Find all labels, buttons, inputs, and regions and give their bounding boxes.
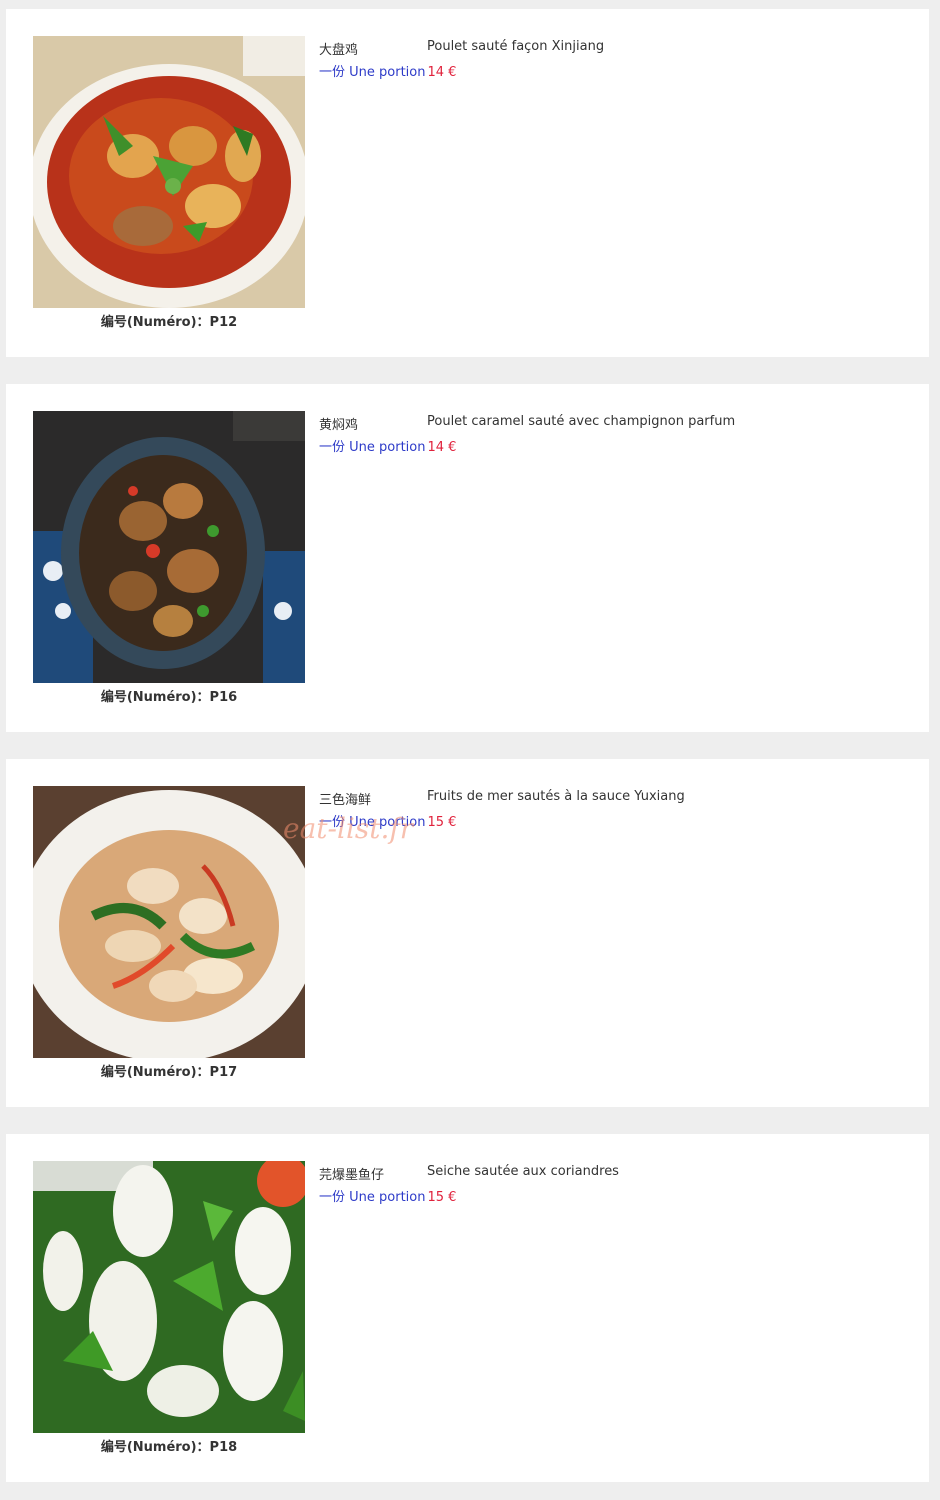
dish-name-french: Seiche sautée aux coriandres (427, 1164, 619, 1179)
dish-price: 14 € (427, 440, 457, 455)
dish-number: 编号(Numéro)：P16 (100, 690, 238, 705)
dish-photo[interactable] (33, 411, 305, 683)
dish-card: 编号(Numéro)：P16 黄焖鸡 Poulet caramel sauté … (6, 384, 929, 732)
dish-name-chinese: 三色海鲜 (319, 793, 372, 808)
dish-card: 编号(Numéro)：P17 三色海鲜 Fruits de mer sautés… (6, 759, 929, 1107)
portion-price-row: 一份 Une portion 15 € (319, 1186, 456, 1205)
dish-number: 编号(Numéro)：P18 (100, 1440, 238, 1455)
dish-photo[interactable] (33, 1161, 305, 1433)
portion-price-row: 一份 Une portion 14 € (319, 436, 456, 455)
dish-name-chinese: 大盘鸡 (319, 43, 359, 58)
portion-label: 一份 Une portion (319, 440, 426, 455)
dish-name-chinese: 芫爆墨鱼仔 (319, 1168, 385, 1183)
portion-label: 一份 Une portion (319, 1190, 426, 1205)
dish-price: 15 € (427, 815, 457, 830)
dish-number: 编号(Numéro)：P12 (100, 315, 238, 330)
dish-photo[interactable] (33, 36, 305, 308)
portion-price-row: 一份 Une portion 14 € (319, 61, 456, 80)
dish-name-french: Fruits de mer sautés à la sauce Yuxiang (427, 789, 685, 804)
dish-name-chinese: 黄焖鸡 (319, 418, 359, 433)
dish-price: 14 € (427, 65, 457, 80)
portion-label: 一份 Une portion (319, 65, 426, 80)
portion-label: 一份 Une portion (319, 815, 426, 830)
dish-name-french: Poulet sauté façon Xinjiang (427, 39, 605, 54)
dish-name-french: Poulet caramel sauté avec champignon par… (427, 414, 736, 429)
dish-card: 编号(Numéro)：P18 芫爆墨鱼仔 Seiche sautée aux c… (6, 1134, 929, 1482)
dish-photo[interactable] (33, 786, 305, 1058)
dish-card: 编号(Numéro)：P12 大盘鸡 Poulet sauté façon Xi… (6, 9, 929, 357)
dish-number: 编号(Numéro)：P17 (100, 1065, 238, 1080)
portion-price-row: 一份 Une portion 15 € (319, 811, 456, 830)
dish-price: 15 € (427, 1190, 457, 1205)
